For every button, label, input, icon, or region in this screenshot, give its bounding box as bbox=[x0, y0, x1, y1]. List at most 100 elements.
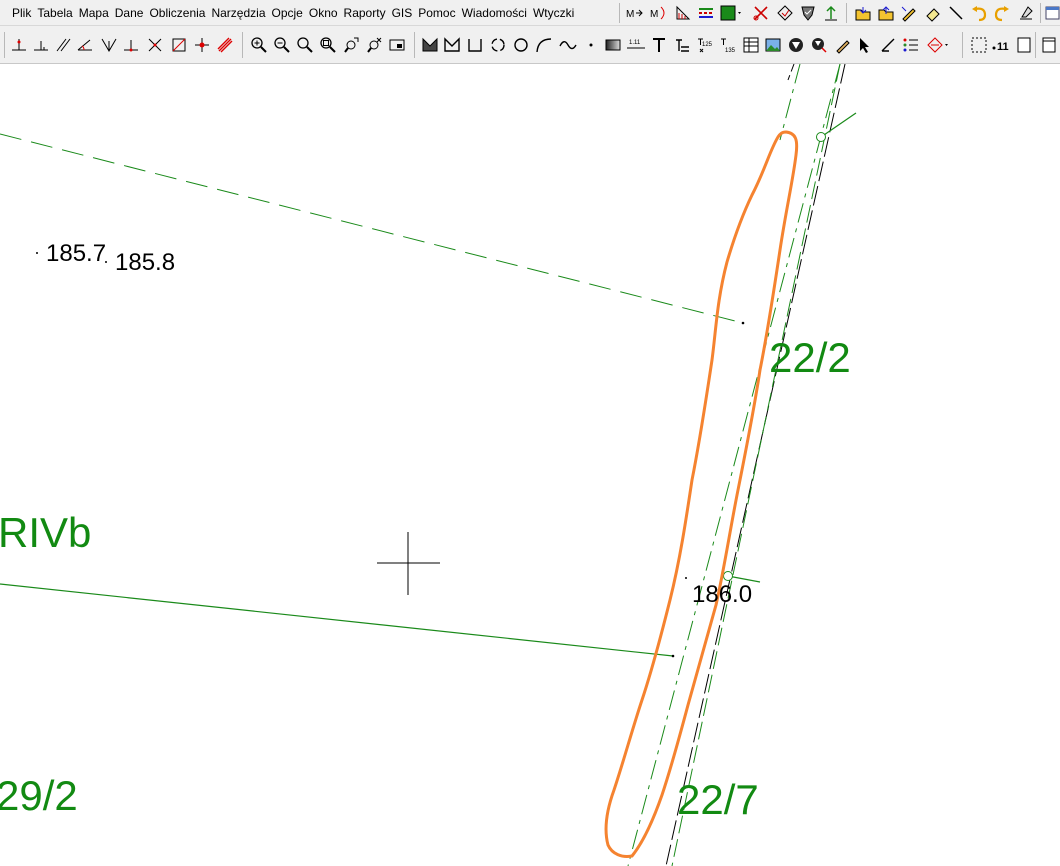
zoom-out-icon[interactable] bbox=[273, 36, 291, 54]
zoom-prev-icon[interactable] bbox=[342, 36, 360, 54]
scale-bar-icon[interactable]: 1.11 bbox=[626, 36, 645, 54]
arc-icon[interactable] bbox=[535, 36, 553, 54]
perp-line2-icon[interactable] bbox=[32, 36, 50, 54]
circle-icon[interactable] bbox=[512, 36, 530, 54]
angle-icon[interactable] bbox=[76, 36, 94, 54]
menu-opcje[interactable]: Opcje bbox=[269, 0, 306, 26]
elevation-label[interactable]: 185.8 bbox=[115, 249, 175, 276]
edit-icon[interactable] bbox=[900, 4, 918, 22]
map-canvas[interactable]: 185.7 185.8 186.0 22/2 RIVb 29/2 22/7 bbox=[0, 64, 1060, 866]
line-icon[interactable] bbox=[947, 4, 965, 22]
select-frame-icon[interactable] bbox=[970, 36, 988, 54]
parallel-icon[interactable] bbox=[54, 36, 72, 54]
curve-icon[interactable] bbox=[559, 36, 577, 54]
shield-icon[interactable] bbox=[799, 4, 817, 22]
table-icon[interactable] bbox=[742, 36, 760, 54]
cut-icon[interactable] bbox=[752, 4, 770, 22]
parcel-label[interactable]: 22/7 bbox=[677, 776, 759, 823]
road-edge-black-2[interactable] bbox=[787, 64, 795, 81]
measure-icon[interactable]: M bbox=[626, 4, 644, 22]
polygon-open-icon[interactable] bbox=[443, 36, 461, 54]
gradient-icon[interactable] bbox=[604, 36, 622, 54]
legend-icon[interactable] bbox=[697, 4, 715, 22]
list-icon[interactable] bbox=[902, 36, 920, 54]
text-multiline-icon[interactable] bbox=[673, 36, 691, 54]
eraser-icon[interactable] bbox=[924, 4, 942, 22]
frame-icon[interactable] bbox=[1015, 36, 1033, 54]
parcel-label[interactable]: RIVb bbox=[0, 509, 91, 556]
polygon-icon[interactable] bbox=[421, 36, 439, 54]
menu-gis[interactable]: GIS bbox=[389, 0, 416, 26]
window-restore-icon[interactable] bbox=[1040, 36, 1058, 54]
parcel-label[interactable]: 29/2 bbox=[0, 772, 78, 819]
menu-raporty[interactable]: Raporty bbox=[341, 0, 389, 26]
label-135-text: 135 bbox=[725, 48, 736, 54]
measure-arc-icon[interactable]: M bbox=[650, 4, 668, 22]
perp-line-icon[interactable] bbox=[10, 36, 28, 54]
clear-icon[interactable] bbox=[1017, 4, 1035, 22]
elevation-label[interactable]: 185.7 bbox=[46, 240, 106, 267]
fill-color-icon[interactable] bbox=[720, 4, 741, 22]
image-icon[interactable] bbox=[764, 36, 782, 54]
hatch-icon[interactable] bbox=[674, 4, 692, 22]
map-drawing[interactable]: 185.7 185.8 186.0 22/2 RIVb 29/2 22/7 bbox=[0, 64, 1060, 866]
parcel-boundary-solid[interactable] bbox=[0, 583, 674, 657]
road-centerline[interactable] bbox=[627, 64, 841, 866]
folder-import-icon[interactable] bbox=[854, 4, 872, 22]
symbol-select-icon[interactable] bbox=[810, 36, 828, 54]
bisect-icon[interactable] bbox=[100, 36, 118, 54]
point-icon[interactable] bbox=[582, 36, 600, 54]
elevation-point[interactable] bbox=[36, 252, 38, 254]
text-icon[interactable] bbox=[650, 36, 668, 54]
menu-obliczenia[interactable]: Obliczenia bbox=[146, 0, 208, 26]
zoom-extent-icon[interactable] bbox=[296, 36, 314, 54]
menu-dane[interactable]: Dane bbox=[112, 0, 147, 26]
redo-icon[interactable] bbox=[993, 4, 1011, 22]
angle-tool-icon[interactable] bbox=[879, 36, 897, 54]
elevation-point[interactable] bbox=[685, 577, 687, 579]
numbering-icon[interactable]: 11 bbox=[991, 36, 1009, 54]
menu-wtyczki[interactable]: Wtyczki bbox=[530, 0, 577, 26]
intersect-icon[interactable] bbox=[146, 36, 164, 54]
menu-wiadomosci[interactable]: Wiadomości bbox=[459, 0, 530, 26]
window-icon[interactable] bbox=[1045, 4, 1060, 22]
boundary-node[interactable] bbox=[816, 132, 826, 142]
perp-base-icon[interactable] bbox=[122, 36, 140, 54]
zoom-page-icon[interactable] bbox=[388, 36, 406, 54]
menu-pomoc[interactable]: Pomoc bbox=[415, 0, 458, 26]
rect-snap-icon[interactable] bbox=[170, 36, 188, 54]
boundary-node[interactable] bbox=[723, 571, 733, 581]
menu-narzedzia[interactable]: Narzędzia bbox=[208, 0, 268, 26]
circle-dashed-icon[interactable] bbox=[489, 36, 507, 54]
parcel-label[interactable]: 22/2 bbox=[769, 334, 851, 381]
survey-point[interactable] bbox=[741, 321, 745, 325]
parcel-boundary-dashed[interactable] bbox=[0, 133, 744, 324]
toolbar-separator bbox=[846, 3, 847, 23]
hatch-line-icon[interactable] bbox=[216, 36, 234, 54]
zoom-in-icon[interactable] bbox=[250, 36, 268, 54]
toolbar-separator bbox=[414, 32, 415, 58]
menu-bar: Plik Tabela Mapa Dane Obliczenia Narzędz… bbox=[0, 0, 1060, 26]
pencil-icon[interactable] bbox=[834, 36, 852, 54]
grid-snap-icon[interactable] bbox=[926, 36, 948, 54]
menu-plik[interactable]: Plik bbox=[9, 0, 34, 26]
rectangle-open-icon[interactable] bbox=[466, 36, 484, 54]
menu-mapa[interactable]: Mapa bbox=[76, 0, 112, 26]
layer-icon[interactable] bbox=[776, 4, 794, 22]
main-menu: Plik Tabela Mapa Dane Obliczenia Narzędz… bbox=[9, 0, 577, 26]
zoom-window-icon[interactable] bbox=[319, 36, 337, 54]
label-135-icon[interactable]: 135 bbox=[719, 36, 737, 54]
label-125-icon[interactable]: 125 bbox=[696, 36, 714, 54]
elevation-label[interactable]: 186.0 bbox=[692, 581, 752, 608]
toolbar-separator bbox=[962, 32, 963, 58]
undo-icon[interactable] bbox=[970, 4, 988, 22]
menu-okno[interactable]: Okno bbox=[306, 0, 341, 26]
menu-tabela[interactable]: Tabela bbox=[34, 0, 75, 26]
zoom-next-icon[interactable] bbox=[365, 36, 383, 54]
symbol-icon[interactable] bbox=[787, 36, 805, 54]
cross-snap-icon[interactable] bbox=[193, 36, 211, 54]
pointer-icon[interactable] bbox=[856, 36, 874, 54]
survey-point[interactable] bbox=[671, 654, 675, 658]
arrow-up-icon[interactable] bbox=[822, 4, 840, 22]
folder-export-icon[interactable] bbox=[877, 4, 895, 22]
